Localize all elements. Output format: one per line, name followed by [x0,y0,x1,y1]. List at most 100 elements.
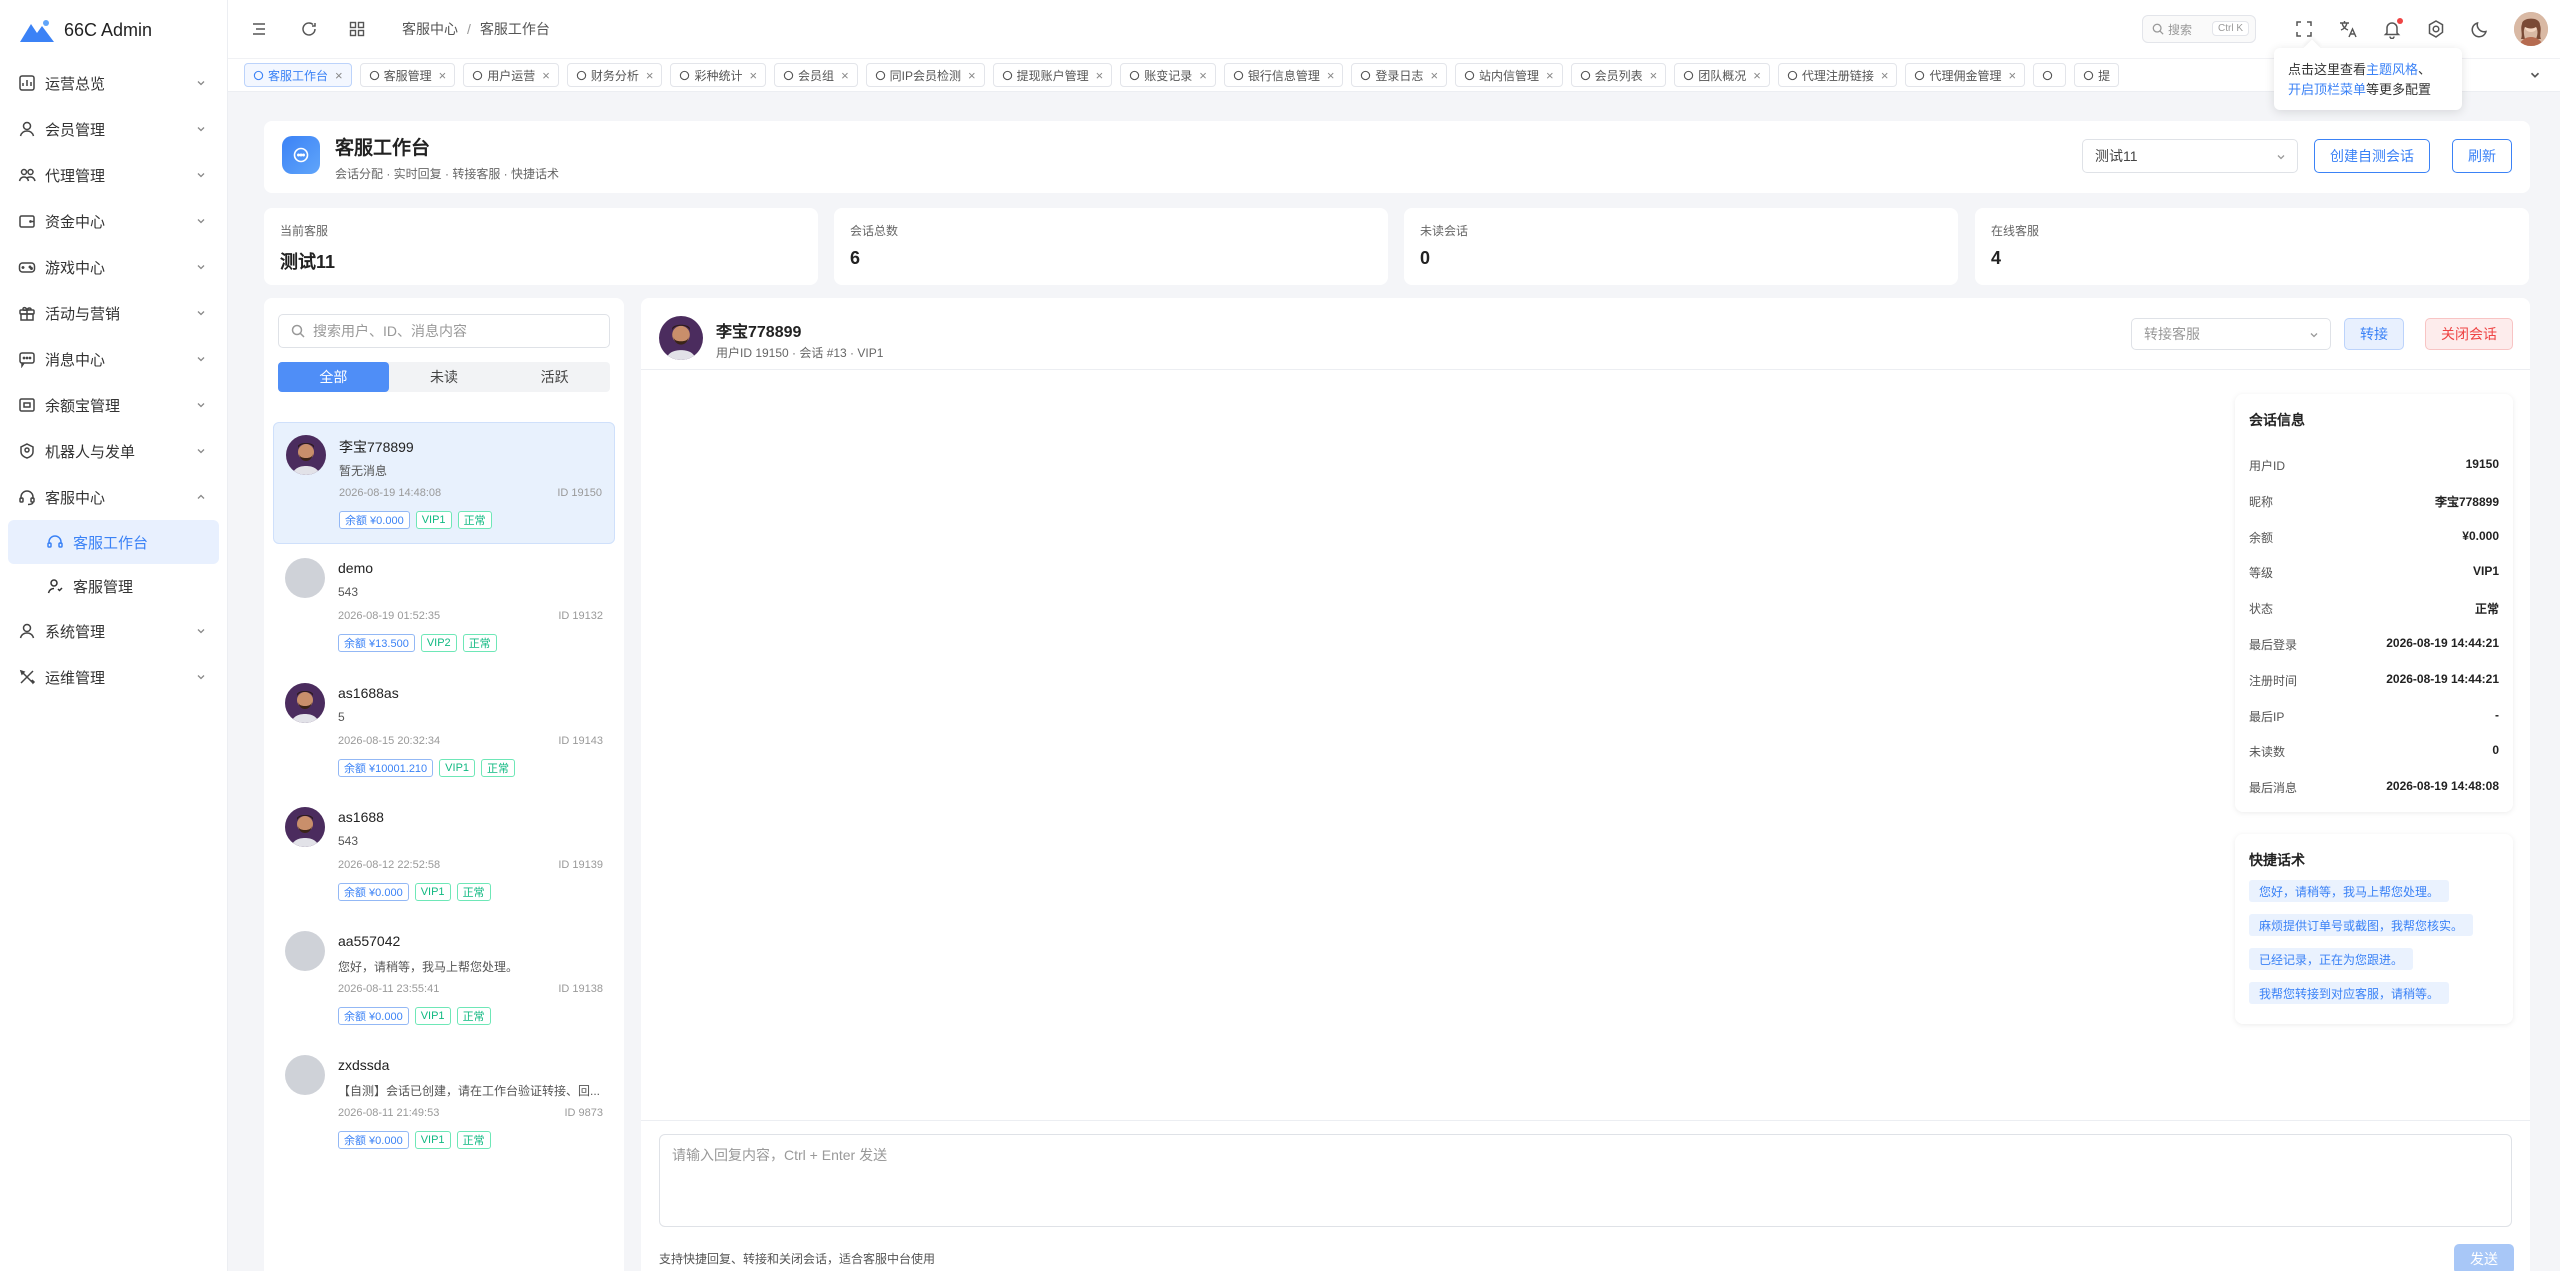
close-icon[interactable]: × [1546,68,1554,83]
tab-item[interactable]: 会员组 × [774,63,858,87]
session-info-card: 会话信息 用户ID 19150 昵称 李宝778899 余额 ¥0.000 等级 VIP1 状态… [2235,394,2513,812]
sidebar-item-funds[interactable]: 资金中心 [0,198,227,244]
breadcrumb-root[interactable]: 客服中心 [402,19,458,39]
close-icon[interactable]: × [646,68,654,83]
tooltip-link-theme[interactable]: 主题风格 [2366,62,2418,77]
close-icon[interactable]: × [1096,68,1104,83]
sidebar-item-ops[interactable]: 运维管理 [0,654,227,700]
info-key: 未读数 [2249,745,2286,760]
tooltip-link-topmenu[interactable]: 开启顶栏菜单 [2288,82,2366,97]
sidebar-item-overview[interactable]: 运营总览 [0,60,227,106]
tab-item[interactable]: 客服工作台 × [244,63,352,87]
tab-item[interactable]: 代理注册链接 × [1777,63,1898,87]
filter-all[interactable]: 全部 [278,362,389,392]
menu-toggle-icon[interactable] [248,18,270,40]
translate-icon[interactable] [2338,19,2358,39]
sidebar-item-robots[interactable]: 机器人与发单 [0,428,227,474]
close-icon[interactable]: × [1881,68,1889,83]
tab-item[interactable]: 提现账户管理 × [992,63,1113,87]
sidebar-item-system[interactable]: 系统管理 [0,608,227,654]
quick-reply-item[interactable]: 已经记录，正在为您跟进。 [2249,948,2414,970]
logo[interactable]: 66C Admin [0,0,227,60]
transfer-button[interactable]: 转接 [2344,318,2404,350]
refresh-button[interactable]: 刷新 [2452,139,2512,173]
close-icon[interactable]: × [841,68,849,83]
chevron-down-icon [197,127,205,132]
settings-icon[interactable] [2426,19,2446,39]
tab-item[interactable]: 代理佣金管理 × [1905,63,2026,87]
close-icon[interactable]: × [749,68,757,83]
quick-reply-item[interactable]: 麻烦提供订单号或截图，我帮您核实。 [2249,914,2474,936]
message-icon [19,352,35,368]
sidebar-subitem-agent-manage[interactable]: 客服管理 [8,564,219,608]
create-test-session-button[interactable]: 创建自测会话 [2314,139,2430,173]
close-icon[interactable]: × [1327,68,1335,83]
close-icon[interactable]: × [542,68,550,83]
info-value: 2026-08-19 14:44:21 [2386,671,2499,686]
tab-item[interactable]: 同IP会员检测 × [865,63,985,87]
fullscreen-icon[interactable] [2294,19,2314,39]
dark-mode-icon[interactable] [2470,19,2490,39]
sidebar-item-marketing[interactable]: 活动与营销 [0,290,227,336]
conversation-item[interactable]: as1688as 5 2026-08-15 20:32:34 ID 19143 余额 ¥… [273,671,615,793]
reply-textarea[interactable]: 请输入回复内容，Ctrl + Enter 发送 [659,1134,2512,1227]
sidebar-item-members[interactable]: 会员管理 [0,106,227,152]
tab-item[interactable]: 提 [2074,63,2120,87]
close-icon[interactable]: × [2008,68,2016,83]
sidebar-item-games[interactable]: 游戏中心 [0,244,227,290]
send-button[interactable]: 发送 [2454,1244,2514,1271]
tab-overflow-chevron-icon[interactable] [2528,68,2542,82]
tab-item[interactable]: 站内信管理 × [1455,63,1563,87]
filter-active[interactable]: 活跃 [499,362,610,392]
refresh-icon[interactable] [298,18,320,40]
sidebar-item-agents[interactable]: 代理管理 [0,152,227,198]
global-search[interactable]: 搜索 Ctrl K [2142,15,2256,43]
stat-value: 6 [850,248,861,268]
sidebar-item-customer-service[interactable]: 客服中心 [0,474,227,520]
close-icon[interactable]: × [968,68,976,83]
info-value: ¥0.000 [2462,528,2499,543]
close-icon[interactable]: × [1430,68,1438,83]
sidebar-item-label: 代理管理 [45,167,106,185]
close-session-button[interactable]: 关闭会话 [2425,318,2513,350]
conversation-item[interactable]: zxdssda 【自测】会话已创建，请在工作台验证转接、回... 2026-08-1… [273,1043,615,1165]
sidebar-subitem-workbench[interactable]: 客服工作台 [8,520,219,564]
conversation-item[interactable]: aa557042 您好，请稍等，我马上帮您处理。 2026-08-11 23:55:… [273,919,615,1041]
tab-item[interactable]: 彩种统计 × [670,63,767,87]
conversation-item[interactable]: demo 543 2026-08-19 01:52:35 ID 19132 余额 ¥13… [273,546,615,668]
close-icon[interactable]: × [1199,68,1207,83]
tab-item[interactable]: 财务分析 × [566,63,663,87]
tab-item[interactable]: 银行信息管理 × [1223,63,1344,87]
conversation-search-input[interactable]: 搜索用户、ID、消息内容 [278,314,610,348]
sidebar-item-messages[interactable]: 消息中心 [0,336,227,382]
conversation-last-message: 您好，请稍等，我马上帮您处理。 [338,960,519,974]
tab-label: 客服管理 [383,68,432,83]
dashboard-icon [19,75,35,91]
close-icon[interactable]: × [335,68,343,83]
user-avatar[interactable] [2514,12,2548,46]
bell-icon[interactable] [2382,18,2403,39]
tab-item[interactable]: 会员列表 × [1570,63,1667,87]
quick-reply-item[interactable]: 您好，请稍等，我马上帮您处理。 [2249,880,2450,902]
conversation-item[interactable]: as1688 543 2026-08-12 22:52:58 ID 19139 余额 ¥… [273,795,615,917]
user-settings-icon [19,623,35,639]
filter-unread[interactable]: 未读 [389,362,500,392]
conversation-item[interactable]: 李宝778899 暂无消息 2026-08-19 14:48:08 ID 19150 余… [273,422,615,544]
grid-icon[interactable] [346,18,368,40]
tab-label: 提现账户管理 [1016,68,1089,83]
sidebar-item-yuebao[interactable]: 余额宝管理 [0,382,227,428]
tab-item[interactable]: 登录日志 × [1351,63,1448,87]
tab-item[interactable]: 账变记录 × [1120,63,1216,87]
close-icon[interactable]: × [1753,68,1761,83]
chevron-down-icon [197,629,205,634]
tab-item[interactable] [2033,63,2067,87]
tab-item[interactable]: 用户运营 × [463,63,559,87]
tab-item[interactable]: 团队概况 × [1674,63,1770,87]
theme-tooltip: 点击这里查看主题风格、 开启顶栏菜单等更多配置 [2274,48,2462,110]
tab-item[interactable]: 客服管理 × [359,63,456,87]
agent-select[interactable]: 测试11 [2082,139,2298,173]
close-icon[interactable]: × [439,68,447,83]
close-icon[interactable]: × [1650,68,1658,83]
quick-reply-item[interactable]: 我帮您转接到对应客服，请稍等。 [2249,982,2450,1004]
transfer-agent-select[interactable]: 转接客服 [2131,318,2331,350]
